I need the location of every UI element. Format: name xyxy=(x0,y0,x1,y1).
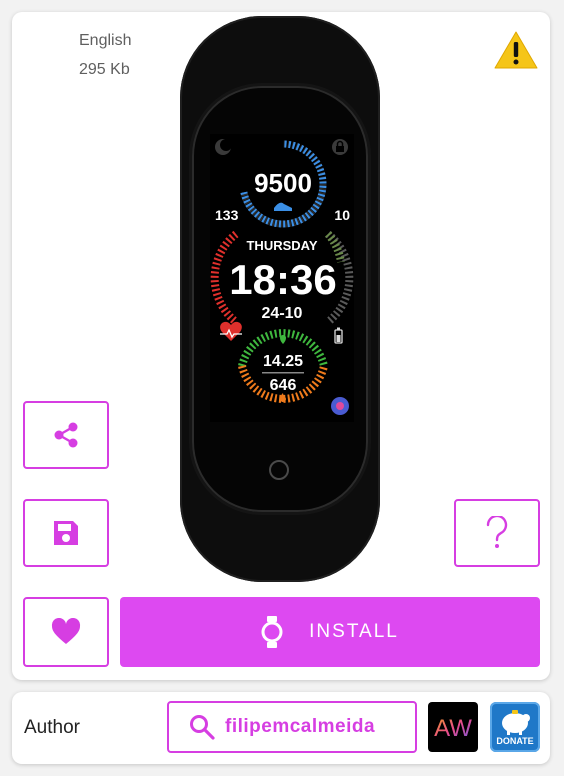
time-display: 18:36 xyxy=(229,256,336,303)
warning-icon[interactable] xyxy=(494,30,538,70)
heart-icon xyxy=(51,618,81,644)
watchface-preview: 9500 133 10 THURSDAY 18:36 24-10 14.25 6… xyxy=(210,134,354,422)
date-display: 24-10 xyxy=(262,305,303,322)
watch-icon xyxy=(261,616,283,648)
author-search-button[interactable]: filipemcalmeida xyxy=(167,701,417,753)
language-label: English xyxy=(79,32,132,49)
author-label: Author xyxy=(24,717,80,738)
donate-label: DONATE xyxy=(496,736,534,746)
steps-value: 9500 xyxy=(254,168,312,198)
watch-hardware-button xyxy=(269,460,289,480)
author-card: Author filipemcalmeida AW DONATE xyxy=(12,692,550,764)
search-icon xyxy=(190,715,215,740)
weekday-label: THURSDAY xyxy=(246,238,317,253)
save-icon xyxy=(54,521,78,545)
heart-rate-icon xyxy=(220,321,242,341)
left-stat-value: 133 xyxy=(215,207,239,223)
install-button[interactable]: INSTALL xyxy=(120,597,540,667)
distance-value: 14.25 xyxy=(263,353,303,370)
shoe-icon xyxy=(274,202,292,211)
author-name: filipemcalmeida xyxy=(225,716,376,737)
favorite-button[interactable] xyxy=(23,597,109,667)
help-button[interactable] xyxy=(454,499,540,567)
right-stat-value: 10 xyxy=(334,207,350,223)
donate-button[interactable]: DONATE xyxy=(490,702,540,752)
help-icon xyxy=(486,516,508,548)
distance-icon xyxy=(280,335,286,344)
author-logo-text: AW xyxy=(434,715,472,742)
save-button[interactable] xyxy=(23,499,109,567)
share-button[interactable] xyxy=(23,401,109,469)
author-logo[interactable]: AW xyxy=(428,702,478,752)
file-size-label: 295 Kb xyxy=(79,61,130,78)
calories-value: 646 xyxy=(270,377,297,394)
flame-icon xyxy=(280,393,286,402)
install-label: INSTALL xyxy=(309,621,399,642)
share-icon xyxy=(54,422,78,448)
piggy-bank-icon xyxy=(502,710,530,735)
